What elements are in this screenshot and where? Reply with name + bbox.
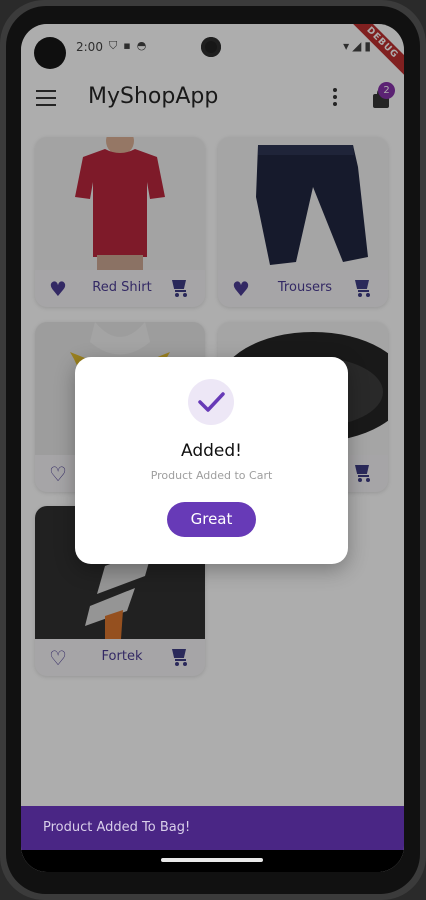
great-button[interactable]: Great bbox=[167, 502, 256, 537]
snackbar-message: Product Added To Bag! bbox=[43, 820, 191, 835]
snackbar: Product Added To Bag! bbox=[21, 806, 404, 850]
added-dialog: Added! Product Added to Cart Great bbox=[75, 357, 348, 564]
dialog-title: Added! bbox=[181, 441, 242, 461]
system-nav-bar bbox=[21, 850, 404, 872]
app-screen: 2:00 ⛉▪◓ ▾◢▮ DEBUG MyShopApp 2 ♥ Red Shi… bbox=[21, 24, 404, 872]
check-icon bbox=[188, 379, 234, 425]
dialog-message: Product Added to Cart bbox=[150, 469, 273, 482]
home-gesture-handle[interactable] bbox=[161, 858, 263, 862]
